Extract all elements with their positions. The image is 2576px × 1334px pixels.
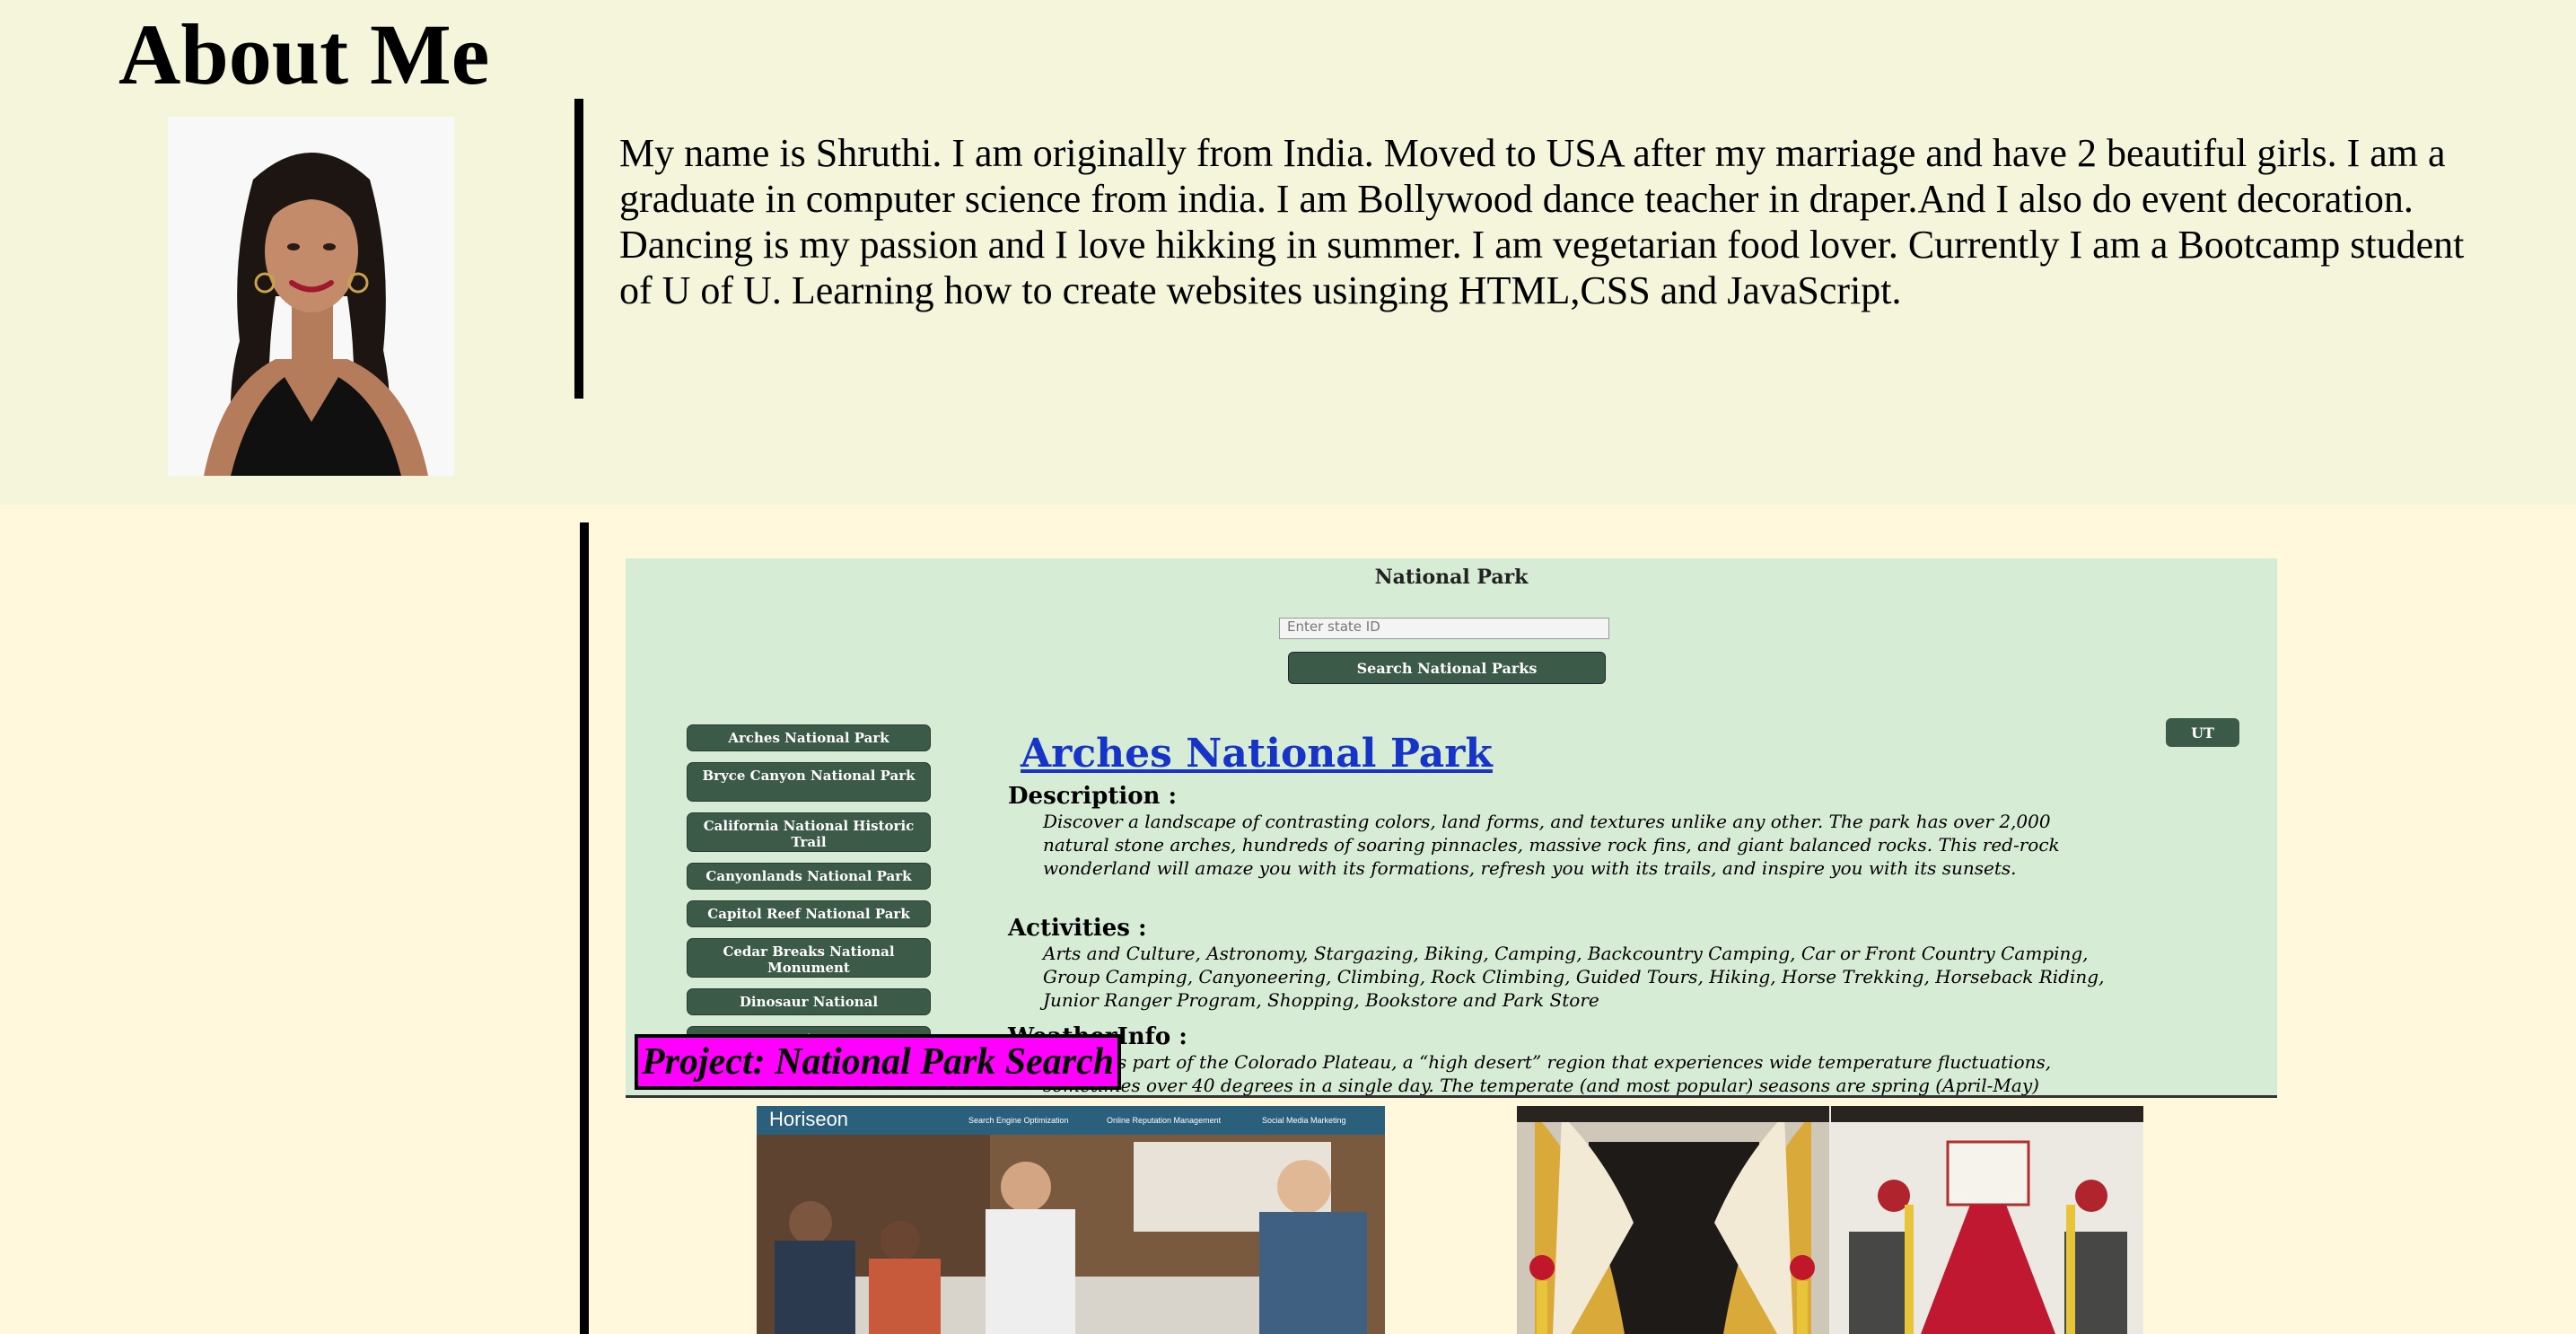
- about-bio: My name is Shruthi. I am originally from…: [619, 131, 2465, 312]
- np-app-title: National Park: [1374, 566, 1529, 589]
- work-divider: [580, 522, 589, 1334]
- np-search-button: Search National Parks: [1288, 652, 1606, 684]
- profile-photo: [168, 117, 454, 476]
- np-park-button: Cedar Breaks National Monument: [687, 938, 931, 978]
- np-description-text: Discover a landscape of contrasting colo…: [1043, 811, 2060, 879]
- np-state-input: Enter state ID: [1279, 618, 1609, 639]
- np-park-button: Dinosaur National: [687, 988, 931, 1015]
- np-park-heading: Arches National Park: [1021, 731, 1493, 777]
- np-park-button: Canyonlands National Park: [687, 863, 931, 890]
- portrait-illustration: [168, 117, 454, 476]
- np-park-button: Bryce Canyon National Park: [687, 762, 931, 802]
- np-activities-label: Activities :: [1008, 915, 1147, 942]
- about-section: About Me My name is Shruthi. I am origin…: [0, 0, 2576, 505]
- about-title: About Me: [118, 6, 490, 102]
- np-park-button: Arches National Park: [687, 724, 931, 751]
- decoration-project-thumbnail[interactable]: [1517, 1106, 2143, 1334]
- np-state-button: UT: [2166, 718, 2239, 747]
- np-park-button: California National Historic Trail: [687, 812, 931, 852]
- np-park-button: Capitol Reef National Park: [687, 900, 931, 927]
- horiseon-project-thumbnail[interactable]: Horiseon Search Engine Optimization Onli…: [757, 1106, 1385, 1334]
- np-park-list: Arches National Park Bryce Canyon Nation…: [687, 724, 931, 1064]
- national-park-project-screenshot[interactable]: National Park Enter state ID Search Nati…: [626, 558, 2277, 1098]
- decoration-photo: [1517, 1106, 2143, 1334]
- np-description-label: Description :: [1008, 783, 1178, 810]
- np-weather-text: Arches is part of the Colorado Plateau, …: [1043, 1051, 2052, 1096]
- project-label[interactable]: Project: National Park Search: [635, 1034, 1122, 1090]
- horiseon-team-photo: [757, 1135, 1385, 1334]
- about-divider: [574, 99, 583, 399]
- np-activities-text: Arts and Culture, Astronomy, Stargazing,…: [1043, 943, 2105, 1011]
